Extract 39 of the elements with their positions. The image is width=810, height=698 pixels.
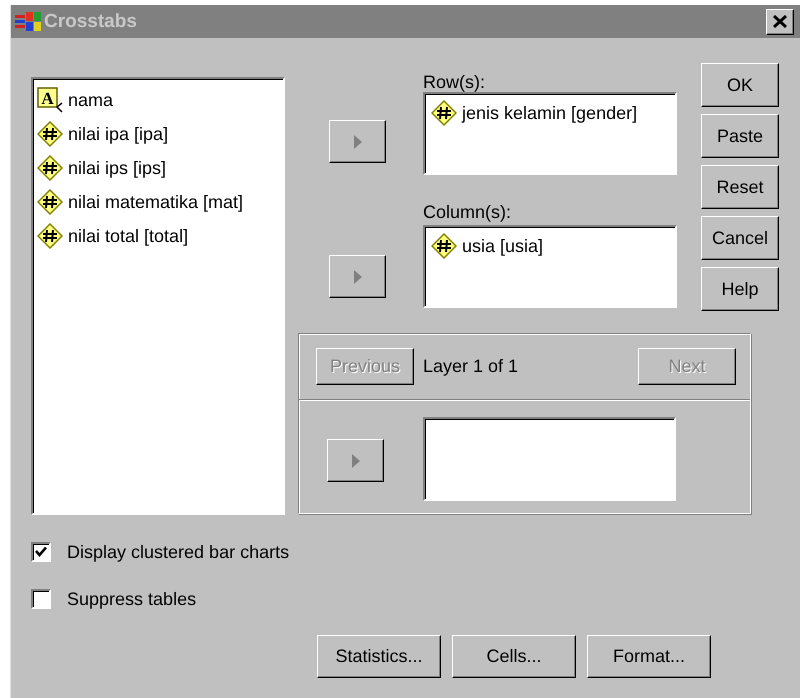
dialog-button[interactable]: Cells...	[452, 635, 576, 678]
variable-name[interactable]: nama	[68, 90, 114, 110]
columns-list[interactable]: usia [usia]	[423, 225, 677, 308]
right-arrow-icon	[352, 134, 362, 150]
dialog-button[interactable]: Cancel	[701, 216, 779, 260]
layer-label: Layer 1 of 1	[423, 356, 518, 377]
dialog-button[interactable]: Format...	[587, 635, 711, 678]
close-button[interactable]	[766, 8, 794, 34]
numeric-variable-icon	[37, 121, 63, 147]
rows-list[interactable]: jenis kelamin [gender]	[423, 92, 677, 175]
variable-name[interactable]: usia [usia]	[462, 236, 544, 256]
dialog-button[interactable]: Statistics...	[317, 635, 441, 678]
dialog-button[interactable]: Help	[701, 267, 779, 311]
numeric-variable-icon	[37, 155, 63, 181]
variable-name[interactable]: jenis kelamin [gender]	[462, 102, 638, 124]
numeric-variable-icon	[37, 189, 63, 215]
app-icon	[15, 10, 41, 32]
columns-label: Column(s):	[423, 203, 512, 222]
checkbox[interactable]	[31, 589, 51, 609]
variable-name[interactable]: nilai matematika [mat]	[68, 192, 244, 212]
numeric-variable-icon	[431, 233, 457, 259]
dialog-button[interactable]: Paste	[701, 114, 779, 158]
variable-list[interactable]: A nama nilai ipa [ipa] nilai ips [ips] nilai matematika [mat] nilai total [total]	[31, 77, 285, 515]
numeric-variable-icon	[37, 223, 63, 249]
right-arrow-icon	[352, 268, 362, 284]
dialog-button[interactable]: OK	[701, 63, 779, 107]
variable-name[interactable]: nilai ips [ips]	[68, 158, 166, 178]
close-icon	[773, 15, 787, 28]
checkbox-label[interactable]: Suppress tables	[67, 588, 196, 610]
rows-label: Row(s):	[423, 73, 486, 92]
right-arrow-icon	[350, 452, 360, 468]
window-title: Crosstabs	[44, 10, 137, 32]
checkbox-label[interactable]: Display clustered bar charts	[67, 542, 290, 562]
numeric-variable-icon	[431, 100, 457, 126]
layer-list[interactable]	[423, 417, 676, 501]
dialog-button[interactable]: Reset	[701, 165, 779, 209]
checkbox[interactable]	[31, 542, 51, 562]
variable-name[interactable]: nilai ipa [ipa]	[68, 124, 168, 144]
variable-name[interactable]: nilai total [total]	[68, 226, 188, 246]
